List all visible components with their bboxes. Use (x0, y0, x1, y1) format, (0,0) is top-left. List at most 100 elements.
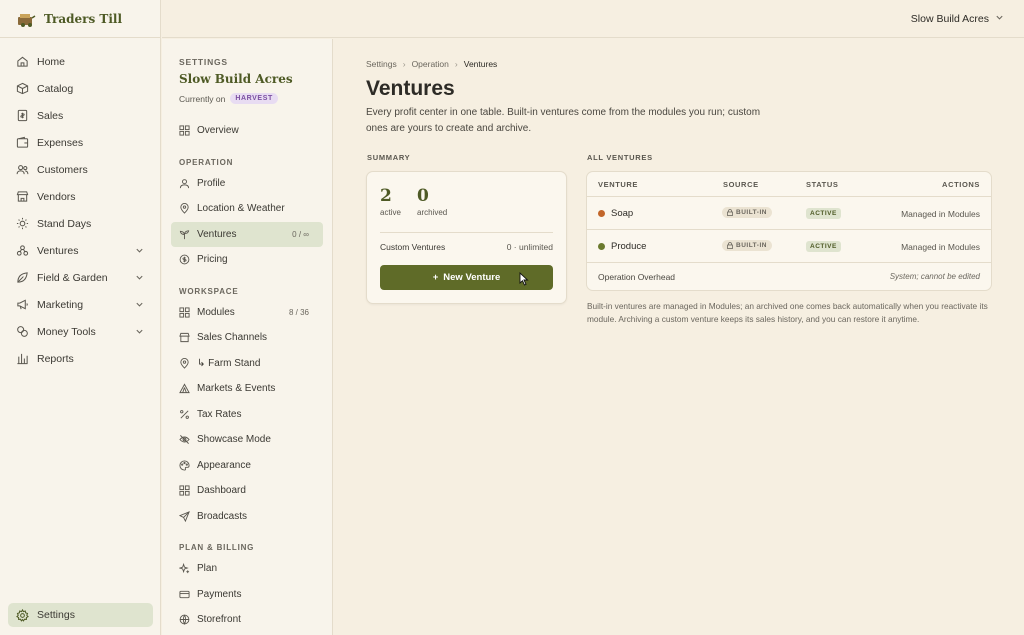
users-icon (16, 163, 29, 176)
archived-label: archived (417, 208, 448, 217)
table-row[interactable]: Produce BUILT-IN ACTIVE Managed in Modul… (587, 230, 991, 263)
summary-card: 2 active 0 archived Custom Ventures 0 · … (366, 171, 567, 304)
subnav-sales-channels[interactable]: Sales Channels (162, 325, 323, 351)
subnav-label: ↳ Farm Stand (197, 357, 261, 369)
custom-ventures-value: 0 · unlimited (506, 242, 553, 252)
overhead-note: System; cannot be edited (889, 272, 980, 281)
nav-label: Settings (37, 609, 75, 621)
subnav-label: Plan (197, 563, 218, 575)
subnav-label: Appearance (197, 459, 251, 471)
subnav-ventures[interactable]: Ventures 0 / ∞ (171, 221, 323, 247)
breadcrumb-settings[interactable]: Settings (366, 59, 397, 69)
app-name: Traders Till (44, 11, 123, 26)
venture-color-dot (598, 243, 605, 250)
bar-chart-icon (16, 352, 29, 365)
nav-stand-days[interactable]: Stand Days (0, 210, 160, 237)
new-venture-label: New Venture (443, 272, 501, 283)
status-badge: ACTIVE (806, 208, 841, 219)
subnav-appearance[interactable]: Appearance (162, 453, 323, 479)
nav-money-tools[interactable]: Money Tools (0, 318, 160, 345)
subnav-label: Showcase Mode (197, 434, 271, 446)
wallet-icon (16, 136, 29, 149)
lock-icon (727, 242, 733, 249)
nav-vendors[interactable]: Vendors (0, 183, 160, 210)
action-text[interactable]: Managed in Modules (901, 242, 980, 252)
subnav-markets-events[interactable]: Markets & Events (162, 376, 323, 402)
subnav-label: Markets & Events (197, 383, 276, 395)
subnav-modules[interactable]: Modules 8 / 36 (162, 300, 323, 326)
venture-name: Soap (598, 208, 633, 219)
breadcrumb-operation[interactable]: Operation (412, 59, 449, 69)
leaf-icon (16, 271, 29, 284)
plan-line: Currently on HARVEST (179, 93, 332, 104)
subnav-payments[interactable]: Payments (162, 582, 323, 608)
sprout-icon (179, 229, 190, 240)
action-text[interactable]: Managed in Modules (901, 209, 980, 219)
nav-label: Home (37, 55, 66, 68)
currently-on-label: Currently on (179, 93, 226, 104)
nav-label: Customers (37, 163, 88, 176)
stat-active: 2 active (380, 186, 401, 217)
subnav-location-weather[interactable]: Location & Weather (162, 196, 323, 222)
subnav-label: Modules (197, 306, 235, 318)
nav-label: Vendors (37, 190, 76, 203)
subnav-tax-rates[interactable]: Tax Rates (162, 402, 323, 428)
home-icon (16, 55, 29, 68)
nav-marketing[interactable]: Marketing (0, 291, 160, 318)
table-row[interactable]: Soap BUILT-IN ACTIVE Managed in Modules (587, 197, 991, 230)
logo-icon (16, 11, 36, 27)
nav-settings[interactable]: Settings (8, 603, 153, 627)
subnav-profile[interactable]: Profile (162, 171, 323, 197)
nav-home[interactable]: Home (0, 48, 160, 75)
map-pin-icon (179, 203, 190, 214)
brand[interactable]: Traders Till (0, 0, 160, 38)
source-badge: BUILT-IN (722, 207, 772, 218)
section-workspace: WORKSPACE (179, 286, 239, 296)
active-label: active (380, 208, 401, 217)
nav-sales[interactable]: Sales (0, 102, 160, 129)
subnav-showcase-mode[interactable]: Showcase Mode (162, 427, 323, 453)
nav-label: Expenses (37, 136, 84, 149)
nav-label: Sales (37, 109, 64, 122)
nav-customers[interactable]: Customers (0, 156, 160, 183)
section-billing: PLAN & BILLING (179, 543, 255, 552)
top-bar: Slow Build Acres (162, 0, 1024, 38)
venture-name: Produce (598, 241, 646, 252)
nav-catalog[interactable]: Catalog (0, 75, 160, 102)
nav-field-garden[interactable]: Field & Garden (0, 264, 160, 291)
account-switcher[interactable]: Slow Build Acres (911, 13, 1004, 25)
subnav-overview[interactable]: Overview (162, 118, 323, 144)
credit-card-icon (179, 589, 190, 600)
user-icon (179, 178, 190, 189)
source-badge: BUILT-IN (722, 240, 772, 251)
subnav-storefront[interactable]: Storefront (162, 607, 323, 633)
subnav-broadcasts[interactable]: Broadcasts (162, 504, 323, 530)
summary-caption: SUMMARY (367, 153, 411, 162)
col-actions: ACTIONS (942, 180, 980, 189)
subnav-farm-stand[interactable]: ↳ Farm Stand (162, 351, 323, 377)
megaphone-icon (16, 298, 29, 311)
col-venture: VENTURE (598, 180, 639, 189)
nav-ventures[interactable]: Ventures (0, 237, 160, 264)
table-row-overhead: Operation Overhead System; cannot be edi… (587, 263, 991, 290)
subnav-label: Dashboard (197, 485, 246, 497)
page-title: Ventures (366, 77, 455, 100)
active-count: 2 (380, 186, 392, 206)
subnav-count: 0 / ∞ (292, 229, 309, 239)
table-header: VENTURE SOURCE STATUS ACTIONS (587, 172, 991, 197)
subnav-plan[interactable]: Plan (162, 556, 323, 582)
nav-expenses[interactable]: Expenses (0, 129, 160, 156)
breadcrumb-current: Ventures (463, 59, 498, 69)
chevron-down-icon (995, 13, 1004, 25)
col-status: STATUS (806, 180, 839, 189)
percent-icon (179, 409, 190, 420)
subnav-pricing[interactable]: Pricing (162, 247, 323, 273)
nav-reports[interactable]: Reports (0, 345, 160, 372)
store-icon (16, 190, 29, 203)
nav-label: Stand Days (37, 217, 92, 230)
nav-label: Catalog (37, 82, 74, 95)
grid-icon (179, 485, 190, 496)
chevron-right-icon: › (454, 59, 458, 69)
subnav-dashboard[interactable]: Dashboard (162, 478, 323, 504)
all-ventures-caption: ALL VENTURES (587, 153, 653, 162)
